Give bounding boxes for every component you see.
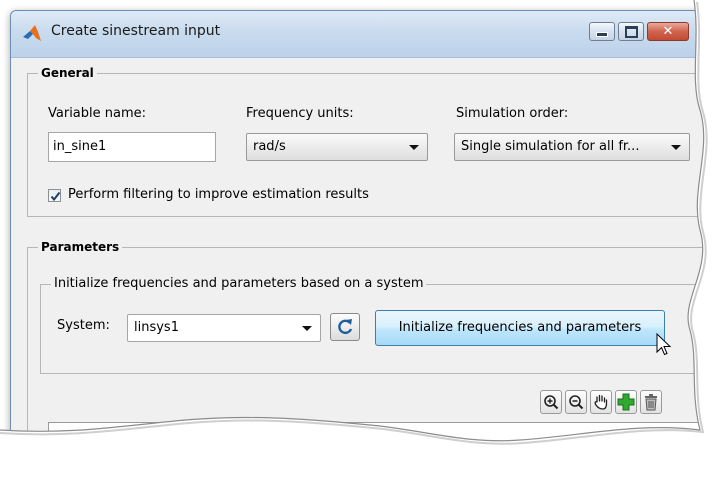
description-text: the sinestream signal. Add	[442, 451, 616, 466]
torn-edge-shadow	[0, 0, 708, 445]
